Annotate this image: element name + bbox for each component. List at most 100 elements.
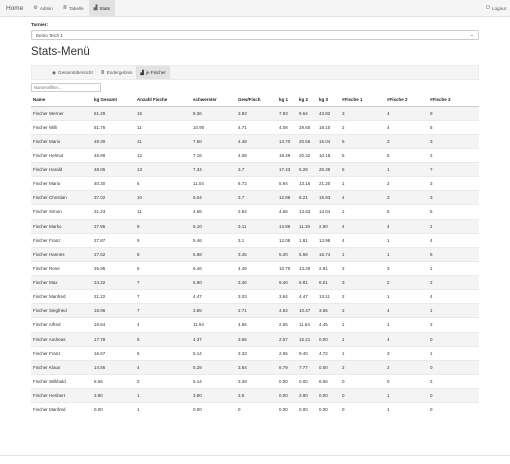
home-link[interactable]: Home bbox=[0, 0, 28, 16]
table-row: Fischer Christian 37.02 10 6.04 3.7 12.88 8.21… bbox=[31, 190, 479, 205]
table-cell: 3.64 bbox=[236, 359, 277, 375]
table-cell: 2.84 bbox=[236, 204, 277, 219]
table-cell: Fischer Heribert bbox=[31, 387, 92, 403]
main-container: Turnier: Demo Teich 1 ⌄ Stats-Menü ◉ Ges… bbox=[31, 17, 479, 417]
table-cell: 2 bbox=[428, 317, 479, 332]
table-cell: Fischer Franz bbox=[31, 345, 92, 361]
table-cell: 6 bbox=[135, 260, 191, 276]
logout-label: Logout bbox=[491, 5, 506, 11]
table-cell: 1 bbox=[385, 161, 428, 177]
column-header: #Fische 2 bbox=[385, 94, 428, 107]
turnier-label: Turnier: bbox=[31, 22, 49, 27]
table-cell: 3.03 bbox=[236, 289, 277, 304]
table-cell: 0.00 bbox=[191, 402, 236, 417]
table-cell: 13.11 bbox=[317, 289, 340, 304]
table-cell: 3 bbox=[385, 260, 428, 276]
table-cell: 9.40 bbox=[297, 345, 317, 361]
table-cell: 3.11 bbox=[236, 218, 277, 234]
table-cell: 12 bbox=[135, 147, 191, 163]
table-cell: 4.66 bbox=[277, 204, 297, 219]
table-cell: 1 bbox=[428, 218, 479, 234]
table-cell: 15.04 bbox=[317, 133, 340, 149]
table-cell: 5 bbox=[385, 147, 428, 163]
table-cell: 4.47 bbox=[191, 289, 236, 304]
table-row: Fischer Manfred 0.00 1 0.00 0 0.00 0.00 0.00 0 1 0 bbox=[31, 402, 479, 417]
table-cell: 0 bbox=[428, 331, 479, 347]
table-cell: Fischer Hannes bbox=[31, 246, 92, 262]
table-cell: 3.83 bbox=[236, 105, 277, 121]
table-cell: Fischer Werner bbox=[31, 105, 92, 121]
table-cell: 11.64 bbox=[297, 317, 317, 332]
table-cell: 0.00 bbox=[277, 387, 297, 403]
table-cell: Fischer Alfred bbox=[31, 317, 92, 332]
table-row: Fischer Andreas 17.78 5 4.37 3.56 2.57 15.21 0.… bbox=[31, 331, 479, 347]
chevron-down-icon: ⌄ bbox=[469, 32, 474, 38]
table-row: Fischer Helmut 48.99 12 7.16 4.08 18.49 20.32 1… bbox=[31, 147, 479, 163]
logout-link[interactable]: ⏻ Logout bbox=[486, 0, 506, 16]
table-cell: 1 bbox=[340, 246, 385, 262]
table-cell: 2.55 bbox=[277, 345, 297, 361]
table-cell: 6 bbox=[135, 176, 191, 191]
turnier-select[interactable]: Demo Teich 1 ⌄ bbox=[31, 30, 479, 40]
table-cell: 4.48 bbox=[236, 133, 277, 149]
tab-endergebnis[interactable]: ≣ Endergebnis bbox=[97, 66, 137, 79]
table-cell: 9.40 bbox=[277, 274, 297, 290]
table-cell: 1 bbox=[428, 303, 479, 318]
tab-je-fischer[interactable]: ▟ je Fischer bbox=[136, 66, 170, 79]
table-row: Fischer Klaus 14.56 4 5.28 3.64 6.79 7.77 0.00 2… bbox=[31, 359, 479, 375]
table-row: Fischer Mario 49.30 11 7.50 4.48 13.70 20.56 15… bbox=[31, 133, 479, 149]
table-body: Fischer Werner 61.29 16 8.36 3.83 7.83 9.64 43.… bbox=[31, 105, 479, 417]
table-cell: 5.68 bbox=[297, 246, 317, 262]
table-cell: 5.94 bbox=[277, 176, 297, 191]
table-cell: 13.86 bbox=[277, 218, 297, 234]
table-cell: 3.64 bbox=[277, 289, 297, 304]
table-cell: 40.30 bbox=[92, 176, 135, 191]
turnier-selected-value: Demo Teich 1 bbox=[36, 32, 63, 38]
table-cell: 13.04 bbox=[317, 204, 340, 219]
table-cell: 29.60 bbox=[297, 119, 317, 135]
name-filter-input[interactable] bbox=[31, 83, 101, 92]
table-cell: 25.35 bbox=[317, 161, 340, 177]
table-cell: 43.82 bbox=[317, 105, 340, 121]
table-cell: 3.33 bbox=[236, 345, 277, 361]
table-cell: Fischer Mario bbox=[31, 176, 92, 191]
table-cell: 2 bbox=[428, 373, 479, 389]
table-cell: Fischer Christian bbox=[31, 190, 92, 205]
eye-icon: ◉ bbox=[52, 69, 57, 75]
table-cell: 15.21 bbox=[297, 331, 317, 347]
table-cell: 15.93 bbox=[317, 190, 340, 205]
table-cell: 5.28 bbox=[297, 161, 317, 177]
table-cell: 18.49 bbox=[277, 147, 297, 163]
table-cell: 27.62 bbox=[92, 246, 135, 262]
table-cell: 0 bbox=[340, 373, 385, 389]
nav-item-admin[interactable]: ⚙ Admin bbox=[28, 0, 58, 16]
tab-gesamtuebersicht[interactable]: ◉ Gesamtübersicht bbox=[48, 66, 97, 79]
table-cell: 11.64 bbox=[191, 317, 236, 332]
table-cell: 6.56 bbox=[92, 373, 135, 389]
table-cell: Fischer Andreas bbox=[31, 331, 92, 347]
nav-item-tabelle[interactable]: ≣ Tabelle bbox=[58, 0, 89, 16]
table-cell: 6.72 bbox=[236, 176, 277, 191]
table-cell: 17.78 bbox=[92, 331, 135, 347]
table-row: Fischer Heribert 3.90 1 3.90 3.9 0.00 3.90 0.00… bbox=[31, 387, 479, 403]
table-cell: 4 bbox=[428, 289, 479, 304]
table-cell: 3 bbox=[385, 345, 428, 361]
tab-label: je Fischer bbox=[145, 70, 166, 75]
table-cell: 12.88 bbox=[277, 190, 297, 205]
nav-item-stats[interactable]: ▟ Stats bbox=[88, 0, 115, 16]
power-icon: ⏻ bbox=[485, 5, 490, 11]
table-cell: 0.00 bbox=[317, 387, 340, 403]
table-cell: 7.83 bbox=[277, 105, 297, 121]
table-cell: 13.16 bbox=[297, 176, 317, 191]
table-row: Fischer Hannes 27.62 8 5.68 3.45 5.20 5.68 16.7… bbox=[31, 246, 479, 262]
table-row: Fischer Harald 48.06 13 7.34 3.7 17.43 5.28 25.… bbox=[31, 161, 479, 177]
table-cell: Fischer Siegfried bbox=[31, 303, 92, 318]
table-cell: 5.20 bbox=[277, 246, 297, 262]
table-cell: 5 bbox=[340, 161, 385, 177]
table-cell: 0 bbox=[340, 387, 385, 403]
table-cell: 4.84 bbox=[277, 303, 297, 318]
table-cell: 4 bbox=[135, 317, 191, 332]
table-cell: 4.66 bbox=[191, 204, 236, 219]
table-cell: 5 bbox=[428, 204, 479, 219]
table-cell: 3.65 bbox=[191, 303, 236, 318]
